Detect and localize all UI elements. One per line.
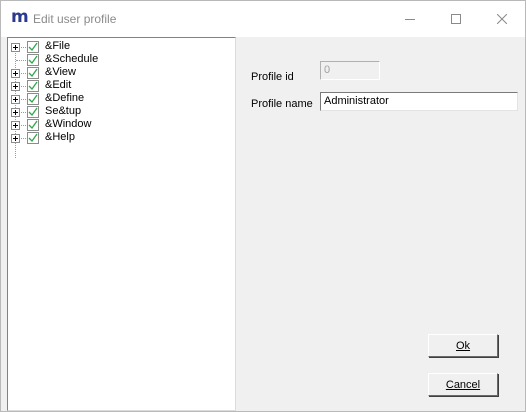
tree-connector-line xyxy=(16,60,26,61)
profile-id-label: Profile id xyxy=(251,71,294,83)
cancel-button[interactable]: Cancel xyxy=(428,373,498,396)
tree-connector-line xyxy=(21,86,26,87)
tree-connector-line xyxy=(21,99,26,100)
checkbox[interactable] xyxy=(27,80,39,92)
checkmark-icon xyxy=(28,55,38,65)
profile-name-label: Profile name xyxy=(251,98,313,110)
ok-button[interactable]: Ok xyxy=(428,334,498,357)
expand-plus-icon[interactable] xyxy=(11,69,20,78)
tree-item[interactable]: &Edit xyxy=(8,79,228,93)
window-title: Edit user profile xyxy=(33,12,117,26)
checkbox[interactable] xyxy=(27,106,39,118)
checkmark-icon xyxy=(28,68,38,78)
ok-button-label: Ok xyxy=(455,339,471,352)
checkmark-icon xyxy=(28,120,38,130)
profile-id-field: 0 xyxy=(320,61,380,80)
menu-permissions-tree[interactable]: &File &Schedule &View &Edit &Define Se&tup &Wi… xyxy=(7,37,236,411)
expand-plus-icon[interactable] xyxy=(11,82,20,91)
tree-connector-line xyxy=(21,47,26,48)
expand-plus-icon[interactable] xyxy=(11,121,20,130)
profile-name-field[interactable]: Administrator xyxy=(320,92,518,111)
tree-item-label: &Window xyxy=(45,118,92,130)
checkmark-icon xyxy=(28,94,38,104)
tree-connector-line xyxy=(21,112,26,113)
checkmark-icon xyxy=(28,133,38,143)
maximize-button[interactable] xyxy=(433,1,479,37)
cancel-button-label: Cancel xyxy=(445,378,481,391)
tree-item-label: Se&tup xyxy=(45,105,82,117)
tree-item[interactable]: &View xyxy=(8,66,228,80)
tree-item[interactable]: &Help xyxy=(8,131,228,145)
checkbox[interactable] xyxy=(27,67,39,79)
checkmark-icon xyxy=(28,107,38,117)
tree-item[interactable]: &Schedule xyxy=(8,53,228,67)
maximize-icon xyxy=(451,14,461,24)
checkmark-icon xyxy=(28,42,38,52)
expand-plus-icon[interactable] xyxy=(11,43,20,52)
checkbox[interactable] xyxy=(27,93,39,105)
checkbox[interactable] xyxy=(27,132,39,144)
tree-item-label: &Edit xyxy=(45,79,72,91)
tree-item[interactable]: &Window xyxy=(8,118,228,132)
tree-item[interactable]: Se&tup xyxy=(8,105,228,119)
tree-item-label: &Schedule xyxy=(45,53,99,65)
title-bar[interactable]: m Edit user profile xyxy=(1,1,525,37)
checkmark-icon xyxy=(28,81,38,91)
checkbox[interactable] xyxy=(27,54,39,66)
tree-connector-line xyxy=(21,73,26,74)
tree-item[interactable]: &Define xyxy=(8,92,228,106)
checkbox[interactable] xyxy=(27,119,39,131)
checkbox[interactable] xyxy=(27,41,39,53)
tree-item-label: &Define xyxy=(45,92,85,104)
app-logo-icon: m xyxy=(11,7,29,27)
tree-item-label: &File xyxy=(45,40,71,52)
expand-plus-icon[interactable] xyxy=(11,134,20,143)
tree-item-label: &Help xyxy=(45,131,75,143)
tree-item-label: &View xyxy=(45,66,76,78)
close-button[interactable] xyxy=(479,1,525,37)
expand-plus-icon[interactable] xyxy=(11,95,20,104)
tree-connector-line xyxy=(21,138,26,139)
tree-item[interactable]: &File xyxy=(8,40,228,54)
tree-connector-line xyxy=(21,125,26,126)
close-icon xyxy=(497,14,507,24)
expand-plus-icon[interactable] xyxy=(11,108,20,117)
edit-user-profile-window: m Edit user profile &File &Schedule &View &… xyxy=(0,0,526,412)
minimize-icon xyxy=(405,19,415,20)
minimize-button[interactable] xyxy=(387,1,433,37)
